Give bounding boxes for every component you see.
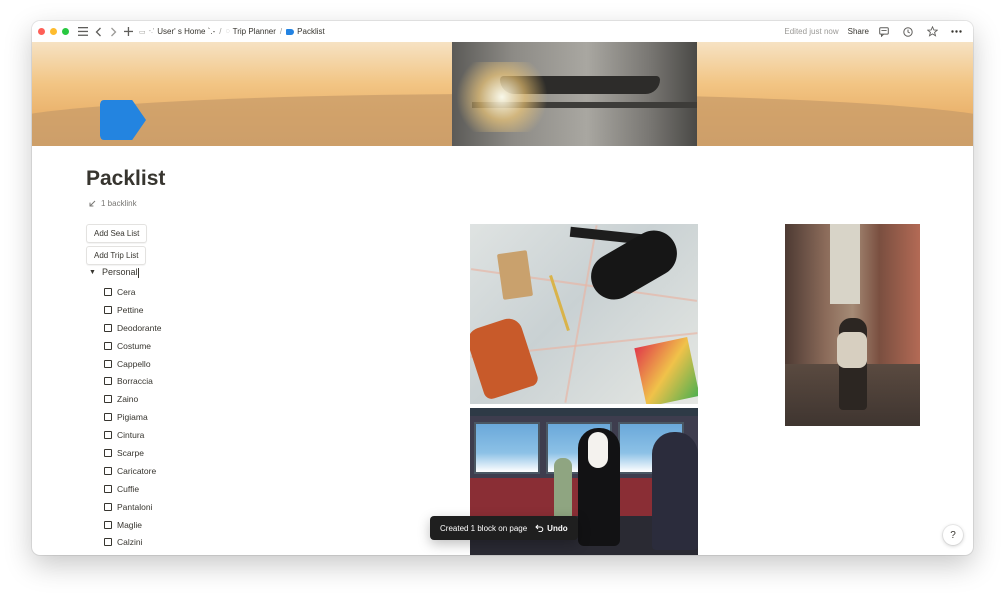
home-page-icon: ▭	[139, 28, 146, 36]
todo-item: Pantaloni	[104, 498, 161, 516]
todo-label[interactable]: Cintura	[117, 430, 144, 440]
text-cursor	[138, 267, 140, 278]
todo-checkbox[interactable]	[104, 538, 112, 547]
history-icon[interactable]	[902, 26, 914, 38]
todo-checkbox[interactable]	[104, 431, 112, 440]
todo-item: Pigiama	[104, 408, 161, 426]
todo-label[interactable]: Scarpe	[117, 448, 144, 458]
backlink-arrow-icon	[89, 200, 96, 207]
todo-item: Cera	[104, 283, 161, 301]
travel-map-photo[interactable]	[470, 224, 698, 404]
toast-message: Created 1 block on page	[440, 523, 528, 533]
add-trip-list-button[interactable]: Add Trip List	[86, 246, 147, 265]
breadcrumb-home-label: User' s Home `.-	[157, 27, 216, 36]
todo-checkbox[interactable]	[104, 466, 112, 475]
back-icon[interactable]	[92, 26, 104, 38]
sidebar-menu-icon[interactable]	[77, 26, 89, 38]
todo-checkbox[interactable]	[104, 448, 112, 457]
breadcrumb-packlist-label: Packlist	[297, 27, 325, 36]
add-icon[interactable]	[122, 26, 134, 38]
tag-icon	[286, 28, 295, 35]
help-button[interactable]: ?	[943, 525, 963, 545]
todo-label[interactable]: Cappello	[117, 359, 151, 369]
forward-icon[interactable]	[107, 26, 119, 38]
close-window-button[interactable]	[38, 28, 45, 35]
todo-item: Cuffie	[104, 480, 161, 498]
breadcrumb-home[interactable]: ▭ -.' User' s Home `.-	[139, 27, 215, 36]
todo-checkbox[interactable]	[104, 520, 112, 529]
todo-item: Scarpe	[104, 444, 161, 462]
todo-label[interactable]: Zaino	[117, 394, 138, 404]
todo-label[interactable]: Cuffie	[117, 484, 139, 494]
favorite-star-icon[interactable]	[926, 26, 938, 38]
todo-checkbox[interactable]	[104, 502, 112, 511]
todo-checkbox[interactable]	[104, 287, 112, 296]
backlink-label: 1 backlink	[101, 199, 137, 208]
todo-item: Pettine	[104, 301, 161, 319]
todo-label[interactable]: Pigiama	[117, 412, 148, 422]
toggle-personal[interactable]: ▼ Personal	[89, 267, 140, 278]
notification-toast: Created 1 block on page Undo	[430, 516, 578, 540]
edited-status: Edited just now	[784, 27, 839, 36]
todo-label[interactable]: Pantaloni	[117, 502, 152, 512]
page-title[interactable]: Packlist	[86, 167, 165, 191]
todo-checkbox[interactable]	[104, 359, 112, 368]
topbar-actions: Edited just now Share	[784, 26, 965, 38]
todo-checkbox[interactable]	[104, 377, 112, 386]
toggle-triangle-icon[interactable]: ▼	[89, 269, 96, 276]
breadcrumb-trip-planner-label: Trip Planner	[232, 27, 276, 36]
todo-checkbox[interactable]	[104, 305, 112, 314]
todo-label[interactable]: Costume	[117, 341, 151, 351]
minimize-window-button[interactable]	[50, 28, 57, 35]
globe-icon: ◌	[225, 28, 230, 35]
todo-checkbox[interactable]	[104, 323, 112, 332]
breadcrumb-packlist[interactable]: Packlist	[286, 27, 325, 36]
todo-label[interactable]: Borraccia	[117, 376, 153, 386]
alley-hiker-photo[interactable]	[785, 224, 920, 426]
todo-label[interactable]: Maglie	[117, 520, 142, 530]
window-controls	[38, 28, 69, 35]
app-window: ▭ -.' User' s Home `.- / ◌ Trip Planner …	[32, 21, 973, 555]
todo-label[interactable]: Caricatore	[117, 466, 156, 476]
todo-checkbox[interactable]	[104, 395, 112, 404]
todo-list: Cera Pettine Deodorante Costume Cappello…	[104, 283, 161, 551]
undo-label: Undo	[547, 523, 568, 533]
todo-item: Maglie	[104, 516, 161, 534]
breadcrumb-separator: /	[219, 27, 222, 36]
undo-icon	[535, 524, 544, 532]
todo-label[interactable]: Calzini	[117, 537, 143, 547]
breadcrumb: ▭ -.' User' s Home `.- / ◌ Trip Planner …	[139, 27, 325, 36]
breadcrumb-home-emoji: -.'	[148, 28, 155, 35]
todo-item: Zaino	[104, 390, 161, 408]
breadcrumb-separator: /	[279, 27, 283, 36]
add-sea-list-button[interactable]: Add Sea List	[86, 224, 148, 243]
comments-icon[interactable]	[878, 26, 890, 38]
todo-item: Deodorante	[104, 319, 161, 337]
more-options-icon[interactable]	[950, 26, 962, 38]
todo-item: Cintura	[104, 426, 161, 444]
todo-checkbox[interactable]	[104, 413, 112, 422]
undo-button[interactable]: Undo	[535, 523, 568, 533]
share-button[interactable]: Share	[848, 27, 869, 36]
todo-label[interactable]: Deodorante	[117, 323, 161, 333]
todo-label[interactable]: Cera	[117, 287, 135, 297]
todo-label[interactable]: Pettine	[117, 305, 143, 315]
todo-checkbox[interactable]	[104, 341, 112, 350]
cover-image[interactable]	[32, 42, 973, 146]
todo-item: Costume	[104, 337, 161, 355]
todo-checkbox[interactable]	[104, 484, 112, 493]
top-bar: ▭ -.' User' s Home `.- / ◌ Trip Planner …	[32, 21, 973, 42]
todo-item: Caricatore	[104, 462, 161, 480]
breadcrumb-trip-planner[interactable]: ◌ Trip Planner	[225, 27, 275, 36]
toggle-label[interactable]: Personal	[102, 267, 138, 277]
todo-item: Cappello	[104, 355, 161, 373]
todo-item: Calzini	[104, 533, 161, 551]
maximize-window-button[interactable]	[62, 28, 69, 35]
backlink[interactable]: 1 backlink	[89, 199, 137, 208]
todo-item: Borraccia	[104, 372, 161, 390]
